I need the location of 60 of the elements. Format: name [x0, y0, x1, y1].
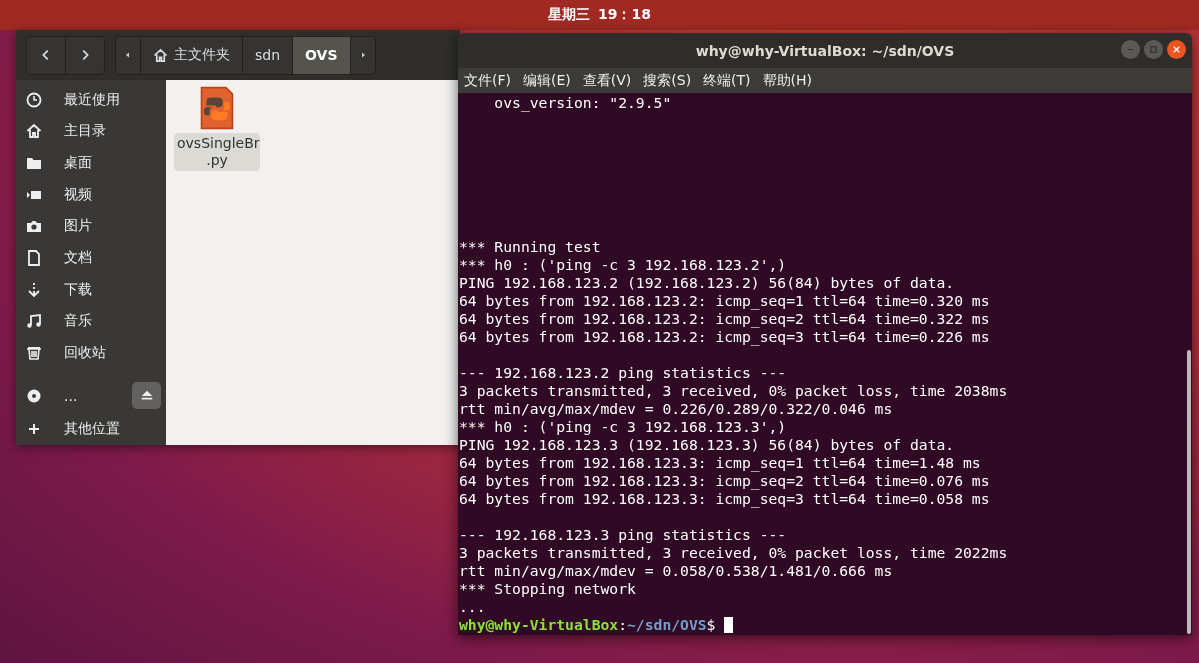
terminal-line: rtt min/avg/max/mdev = 0.058/0.538/1.481/0.666 ms [458, 562, 894, 580]
home-icon [153, 47, 168, 63]
terminal-line: *** h0 : ('ping -c 3 192.168.123.2',) [458, 256, 788, 274]
terminal-line: --- 192.168.123.3 ping statistics --- [458, 526, 788, 544]
sidebar-item[interactable]: 音乐 [16, 305, 166, 338]
menu-item[interactable]: 终端(T) [703, 71, 751, 90]
clock-icon [26, 91, 42, 108]
terminal-line: PING 192.168.123.2 (192.168.123.2) 56(84) bytes of data. [458, 274, 956, 292]
terminal-line: rtt min/avg/max/mdev = 0.226/0.289/0.322/0.046 ms [458, 400, 894, 418]
sidebar-item[interactable]: 其他位置 [16, 413, 166, 445]
sidebar-item[interactable]: 图片 [16, 210, 166, 243]
terminal-line: 64 bytes from 192.168.123.2: icmp_seq=1 ttl=64 time=0.320 ms [458, 292, 991, 310]
eject-button[interactable] [132, 381, 161, 409]
music-icon [26, 313, 42, 330]
path-crumb[interactable]: OVS [293, 36, 351, 74]
clock-time[interactable]: 19：18 [598, 6, 651, 24]
file-name[interactable]: ovsSingleBr .py [174, 133, 260, 171]
maximize-icon [1148, 44, 1159, 55]
window-title: why@why-VirtualBox: ~/sdn/OVS [695, 42, 955, 59]
menu-item[interactable]: 搜索(S) [643, 71, 692, 90]
home-icon [26, 123, 42, 140]
document-icon [26, 250, 42, 266]
terminal-line: *** Stopping network [458, 580, 637, 598]
terminal-line: *** h0 : ('ping -c 3 192.168.123.3',) [458, 418, 788, 436]
sidebar-item[interactable]: 主目录 [16, 115, 166, 148]
weekday-label: 星期三 [548, 6, 590, 24]
camera-icon [26, 218, 42, 235]
menu-item[interactable]: 编辑(E) [523, 71, 571, 90]
disc-icon [26, 387, 42, 404]
terminal-line: 64 bytes from 192.168.123.3: icmp_seq=2 ttl=64 time=0.076 ms [458, 472, 991, 490]
menu-item[interactable]: 帮助(H) [762, 71, 813, 90]
menu-item[interactable]: 查看(V) [582, 71, 632, 90]
terminal-line: 3 packets transmitted, 3 received, 0% packet loss, time 2022ms [458, 544, 1009, 562]
path-crumb[interactable]: 主文件夹 [141, 36, 243, 74]
terminal-line: --- 192.168.123.2 ping statistics --- [458, 364, 788, 382]
menu-item[interactable]: 文件(F) [464, 71, 511, 90]
terminal-line: ovs_version: "2.9.5" [493, 94, 673, 112]
sidebar-item[interactable]: 视频 [16, 178, 166, 211]
download-icon [26, 281, 42, 298]
terminal-line: 64 bytes from 192.168.123.3: icmp_seq=1 ttl=64 time=1.48 ms [458, 454, 982, 472]
terminal-line: 64 bytes from 192.168.123.3: icmp_seq=3 ttl=64 time=0.058 ms [458, 490, 991, 508]
sidebar-item[interactable]: 下载 [16, 273, 166, 306]
sidebar-item[interactable]: ... [16, 377, 166, 414]
terminal-line: PING 192.168.123.3 (192.168.123.3) 56(84) bytes of data. [458, 436, 956, 454]
terminal-line: 64 bytes from 192.168.123.2: icmp_seq=2 ttl=64 time=0.322 ms [458, 310, 991, 328]
minimize-button[interactable] [1121, 40, 1140, 59]
scrollbar[interactable] [1187, 350, 1191, 634]
terminal-line: *** Running test [458, 238, 602, 256]
trash-icon [26, 344, 42, 361]
sidebar-item[interactable]: 回收站 [16, 337, 166, 369]
terminal-line: 64 bytes from 192.168.123.2: icmp_seq=3 ttl=64 time=0.226 ms [458, 328, 991, 346]
sidebar-item[interactable]: 桌面 [16, 147, 166, 179]
close-icon [1171, 44, 1182, 55]
sidebar-item[interactable]: 文档 [16, 242, 166, 274]
terminal-line: ... [458, 598, 487, 616]
terminal-line: 3 packets transmitted, 3 received, 0% packet loss, time 2038ms [458, 382, 1009, 400]
sidebar-item[interactable]: 最近使用 [16, 84, 166, 116]
close-button[interactable] [1167, 40, 1186, 59]
shell-prompt: why@why-VirtualBox:~/sdn/OVS$ [459, 616, 716, 633]
folder-icon [26, 155, 42, 172]
